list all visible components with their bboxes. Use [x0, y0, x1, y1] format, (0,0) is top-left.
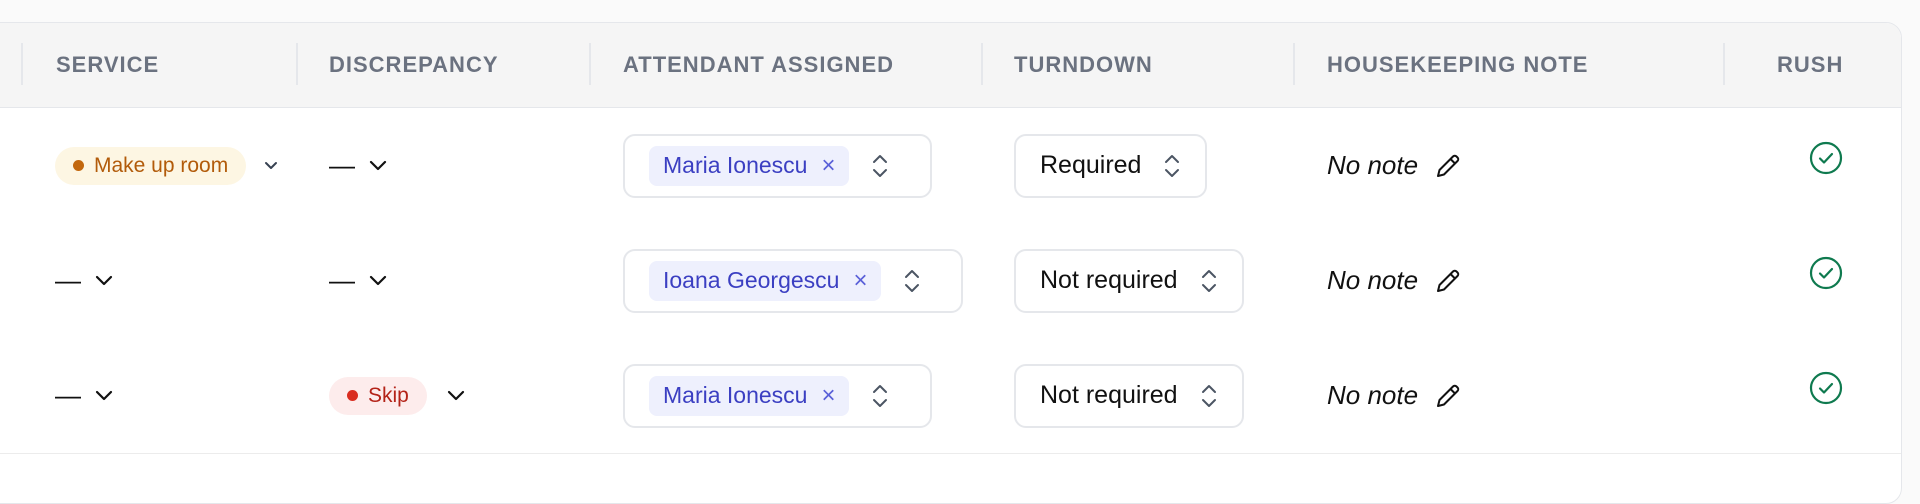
turndown-select[interactable]: Required: [1014, 133, 1208, 198]
discrepancy-cell: —: [329, 108, 387, 223]
chevron-up-down-icon: [1163, 152, 1181, 180]
attendant-tag: Ioana Georgescu ×: [649, 260, 882, 301]
attendant-select[interactable]: Maria Ionescu ×: [623, 363, 932, 428]
attendant-select[interactable]: Maria Ionescu ×: [623, 133, 932, 198]
chevron-down-icon: [447, 390, 465, 402]
attendant-tag: Maria Ionescu ×: [649, 145, 850, 186]
chevron-down-icon: [95, 390, 113, 402]
column-header-rush[interactable]: RUSH: [1777, 23, 1843, 107]
service-cell: Make up room: [55, 108, 278, 223]
rush-cell: [1771, 223, 1881, 338]
close-icon[interactable]: ×: [821, 153, 835, 178]
column-separator: [1293, 43, 1295, 85]
column-header-turndown[interactable]: TURNDOWN: [1014, 23, 1153, 107]
service-select[interactable]: —: [55, 380, 113, 411]
pencil-icon[interactable]: [1434, 152, 1462, 180]
chevron-down-icon: [264, 161, 278, 171]
attendant-select[interactable]: Ioana Georgescu ×: [623, 248, 963, 313]
turndown-cell: Required: [1014, 108, 1208, 223]
table-header: SERVICE DISCREPANCY ATTENDANT ASSIGNED T…: [0, 23, 1901, 108]
service-select[interactable]: —: [55, 265, 113, 296]
turndown-value: Not required: [1040, 381, 1178, 409]
table-row: Make up room — Maria Ionescu × Required …: [0, 108, 1901, 224]
attendant-cell: Maria Ionescu ×: [623, 338, 932, 453]
note-text: No note: [1327, 380, 1419, 410]
housekeeping-table: SERVICE DISCREPANCY ATTENDANT ASSIGNED T…: [0, 22, 1902, 504]
column-header-attendant[interactable]: ATTENDANT ASSIGNED: [623, 23, 894, 107]
discrepancy-select[interactable]: —: [329, 150, 387, 181]
discrepancy-select[interactable]: —: [329, 265, 387, 296]
table-row: — Skip Maria Ionescu × Not required No n…: [0, 338, 1901, 454]
discrepancy-value: —: [329, 265, 355, 295]
attendant-tag: Maria Ionescu ×: [649, 375, 850, 416]
skip-pill: Skip: [329, 376, 427, 415]
check-circle-icon[interactable]: [1809, 371, 1843, 410]
note-cell: No note: [1327, 223, 1462, 338]
chevron-up-down-icon: [871, 152, 889, 180]
note-text: No note: [1327, 150, 1419, 180]
turndown-cell: Not required: [1014, 223, 1244, 338]
pencil-icon[interactable]: [1434, 382, 1462, 410]
housekeeping-note[interactable]: No note: [1327, 150, 1462, 181]
service-cell: —: [55, 223, 113, 338]
service-value: —: [55, 380, 81, 410]
attendant-name: Maria Ionescu: [663, 152, 808, 178]
check-circle-icon[interactable]: [1809, 256, 1843, 295]
rush-cell: [1771, 108, 1881, 223]
turndown-value: Required: [1040, 151, 1142, 179]
service-select[interactable]: Make up room: [55, 146, 278, 185]
discrepancy-select[interactable]: Skip: [329, 376, 465, 415]
chevron-up-down-icon: [871, 382, 889, 410]
service-cell: —: [55, 338, 113, 453]
housekeeping-note[interactable]: No note: [1327, 265, 1462, 296]
close-icon[interactable]: ×: [853, 268, 867, 293]
column-header-service[interactable]: SERVICE: [56, 23, 159, 107]
discrepancy-value: —: [329, 150, 355, 180]
service-pill: Make up room: [55, 146, 247, 185]
chevron-down-icon: [369, 275, 387, 287]
rush-cell: [1771, 338, 1881, 453]
column-separator: [589, 43, 591, 85]
pencil-icon[interactable]: [1434, 267, 1462, 295]
discrepancy-cell: —: [329, 223, 387, 338]
column-header-note[interactable]: HOUSEKEEPING NOTE: [1327, 23, 1588, 107]
service-dot: [73, 160, 84, 171]
discrepancy-cell: Skip: [329, 338, 465, 453]
discrepancy-label: Skip: [368, 383, 409, 407]
column-separator: [296, 43, 298, 85]
turndown-cell: Not required: [1014, 338, 1244, 453]
note-text: No note: [1327, 265, 1419, 295]
turndown-value: Not required: [1040, 266, 1178, 294]
service-value: —: [55, 265, 81, 295]
table-row: — — Ioana Georgescu × Not required No no…: [0, 223, 1901, 339]
housekeeping-note[interactable]: No note: [1327, 380, 1462, 411]
chevron-down-icon: [95, 275, 113, 287]
note-cell: No note: [1327, 338, 1462, 453]
close-icon[interactable]: ×: [821, 383, 835, 408]
service-label: Make up room: [94, 153, 229, 177]
check-circle-icon[interactable]: [1809, 141, 1843, 180]
chevron-down-icon: [369, 160, 387, 172]
turndown-select[interactable]: Not required: [1014, 248, 1244, 313]
attendant-name: Ioana Georgescu: [663, 267, 840, 293]
chevron-up-down-icon: [903, 267, 921, 295]
attendant-cell: Maria Ionescu ×: [623, 108, 932, 223]
column-separator: [21, 43, 23, 85]
skip-dot: [347, 390, 358, 401]
column-header-discrepancy[interactable]: DISCREPANCY: [329, 23, 499, 107]
chevron-up-down-icon: [1200, 382, 1218, 410]
note-cell: No note: [1327, 108, 1462, 223]
column-separator: [1723, 43, 1725, 85]
attendant-cell: Ioana Georgescu ×: [623, 223, 963, 338]
turndown-select[interactable]: Not required: [1014, 363, 1244, 428]
column-separator: [981, 43, 983, 85]
attendant-name: Maria Ionescu: [663, 382, 808, 408]
chevron-up-down-icon: [1200, 267, 1218, 295]
